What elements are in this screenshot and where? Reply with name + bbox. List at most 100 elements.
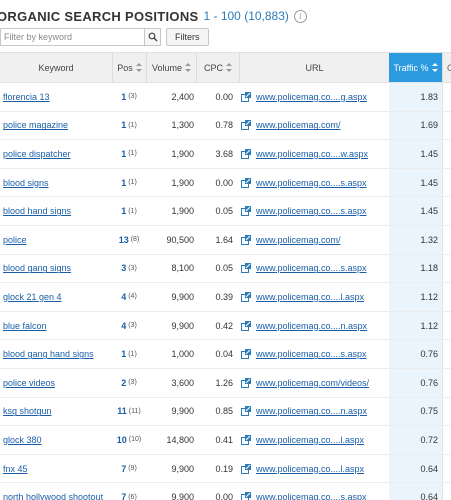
position-cell[interactable]: 1 (3)	[112, 83, 146, 111]
url-cell[interactable]: www.policemag.com/	[241, 226, 341, 254]
url-cell[interactable]: www.policemag.co....l.aspx	[241, 426, 364, 454]
keyword-link[interactable]: blood signs	[3, 169, 49, 197]
external-link-icon[interactable]	[241, 148, 251, 159]
url-link[interactable]: www.policemag.co....n.aspx	[256, 321, 367, 331]
position-cell[interactable]: 4 (4)	[112, 283, 146, 311]
keyword-link[interactable]: blue falcon	[3, 312, 47, 340]
table-row: police videos 2 (3) 3,600 1.26 www.police…	[0, 368, 451, 398]
cpc-cell: 0.04	[215, 349, 233, 360]
external-link-icon[interactable]	[241, 434, 251, 445]
url-link[interactable]: www.policemag.co....l.aspx	[256, 435, 364, 445]
volume-cell: 1,900	[171, 206, 194, 217]
external-link-icon[interactable]	[241, 91, 251, 102]
column-traffic[interactable]: Traffic %	[389, 53, 442, 82]
position-cell[interactable]: 1 (1)	[112, 112, 146, 140]
keyword-link[interactable]: ksg shotgun	[3, 398, 52, 426]
external-link-icon[interactable]	[241, 320, 251, 331]
keyword-link[interactable]: blood gang hand signs	[3, 340, 94, 368]
keyword-link[interactable]: police magazine	[3, 112, 68, 140]
position-cell[interactable]: 1 (1)	[112, 169, 146, 197]
external-link-icon[interactable]	[241, 406, 251, 417]
external-link-icon[interactable]	[241, 263, 251, 274]
extra-cell	[442, 254, 451, 283]
url-link[interactable]: www.policemag.co....g.aspx	[256, 92, 367, 102]
position-cell[interactable]: 11 (11)	[112, 398, 146, 426]
url-cell[interactable]: www.policemag.com/	[241, 112, 341, 140]
keyword-link[interactable]: blood hand signs	[3, 197, 71, 225]
table-row: police dispatcher 1 (1) 1,900 3.68 www.po…	[0, 140, 451, 169]
position-cell[interactable]: 1 (1)	[112, 340, 146, 368]
external-link-icon[interactable]	[241, 177, 251, 188]
position-cell[interactable]: 7 (6)	[112, 483, 146, 500]
keyword-link[interactable]: police	[3, 226, 27, 254]
position-cell[interactable]: 3 (3)	[112, 255, 146, 283]
volume-cell: 9,900	[171, 406, 194, 417]
position-value: 7	[121, 463, 127, 474]
panel-header: ORGANIC SEARCH POSITIONS 1 - 100 (10,883…	[0, 5, 307, 27]
keyword-link[interactable]: north hollywood shootout	[3, 483, 103, 500]
keyword-link[interactable]: glock 21 gen 4	[3, 283, 62, 311]
url-link[interactable]: www.policemag.com/	[256, 120, 341, 130]
url-link[interactable]: www.policemag.co....l.aspx	[256, 292, 364, 302]
keyword-link[interactable]: glock 380	[3, 426, 42, 454]
keyword-link[interactable]: police dispatcher	[3, 140, 71, 168]
keyword-link[interactable]: fnx 45	[3, 455, 28, 483]
url-cell[interactable]: www.policemag.co....l.aspx	[241, 283, 364, 311]
url-link[interactable]: www.policemag.co....s.aspx	[256, 349, 367, 359]
previous-position: (6)	[128, 493, 137, 500]
url-link[interactable]: www.policemag.co....n.aspx	[256, 406, 367, 416]
keyword-link[interactable]: blood gang signs	[3, 255, 71, 283]
column-cpc[interactable]: CPC	[196, 53, 239, 82]
url-cell[interactable]: www.policemag.co....n.aspx	[241, 312, 367, 340]
url-link[interactable]: www.policemag.co....w.aspx	[256, 149, 368, 159]
url-cell[interactable]: www.policemag.co....g.aspx	[241, 83, 367, 111]
url-cell[interactable]: www.policemag.com/videos/	[241, 369, 369, 397]
external-link-icon[interactable]	[241, 206, 251, 217]
volume-cell: 3,600	[171, 377, 194, 388]
column-pos[interactable]: Pos	[112, 53, 146, 82]
info-icon[interactable]: i	[293, 9, 307, 23]
url-cell[interactable]: www.policemag.co....s.aspx	[241, 483, 367, 500]
traffic-cell: 1.45	[389, 168, 442, 197]
volume-cell: 9,900	[171, 291, 194, 302]
position-cell[interactable]: 2 (3)	[112, 369, 146, 397]
position-cell[interactable]: 13 (8)	[112, 226, 146, 254]
column-keyword[interactable]: Keyword	[0, 53, 112, 82]
external-link-icon[interactable]	[241, 463, 251, 474]
url-link[interactable]: www.policemag.co....l.aspx	[256, 464, 364, 474]
url-link[interactable]: www.policemag.co....s.aspx	[256, 492, 367, 500]
position-cell[interactable]: 4 (3)	[112, 312, 146, 340]
url-link[interactable]: www.policemag.co....s.aspx	[256, 263, 367, 273]
url-cell[interactable]: www.policemag.co....s.aspx	[241, 340, 367, 368]
url-cell[interactable]: www.policemag.co....w.aspx	[241, 140, 368, 168]
external-link-icon[interactable]	[241, 349, 251, 360]
url-cell[interactable]: www.policemag.co....s.aspx	[241, 169, 367, 197]
search-button[interactable]	[144, 28, 161, 46]
url-link[interactable]: www.policemag.com/	[256, 235, 341, 245]
url-cell[interactable]: www.policemag.co....s.aspx	[241, 197, 367, 225]
url-cell[interactable]: www.policemag.co....s.aspx	[241, 255, 367, 283]
external-link-icon[interactable]	[241, 492, 251, 500]
position-cell[interactable]: 1 (1)	[112, 140, 146, 168]
keyword-link[interactable]: police videos	[3, 369, 55, 397]
column-extra[interactable]: C	[442, 53, 451, 82]
external-link-icon[interactable]	[241, 291, 251, 302]
position-cell[interactable]: 10 (10)	[112, 426, 146, 454]
external-link-icon[interactable]	[241, 234, 251, 245]
position-cell[interactable]: 7 (9)	[112, 455, 146, 483]
url-link[interactable]: www.policemag.co....s.aspx	[256, 206, 367, 216]
position-cell[interactable]: 1 (1)	[112, 197, 146, 225]
column-volume[interactable]: Volume	[146, 53, 196, 82]
column-volume-label: Volume	[151, 62, 183, 73]
url-cell[interactable]: www.policemag.co....l.aspx	[241, 455, 364, 483]
filters-button[interactable]: Filters	[166, 28, 209, 46]
url-link[interactable]: www.policemag.co....s.aspx	[256, 178, 367, 188]
column-url[interactable]: URL	[239, 53, 389, 82]
keyword-filter-input[interactable]	[0, 28, 144, 46]
keyword-link[interactable]: florencia 13	[3, 83, 50, 111]
url-cell[interactable]: www.policemag.co....n.aspx	[241, 398, 367, 426]
external-link-icon[interactable]	[241, 377, 251, 388]
traffic-cell: 0.76	[389, 368, 442, 397]
external-link-icon[interactable]	[241, 120, 251, 131]
url-link[interactable]: www.policemag.com/videos/	[256, 378, 369, 388]
